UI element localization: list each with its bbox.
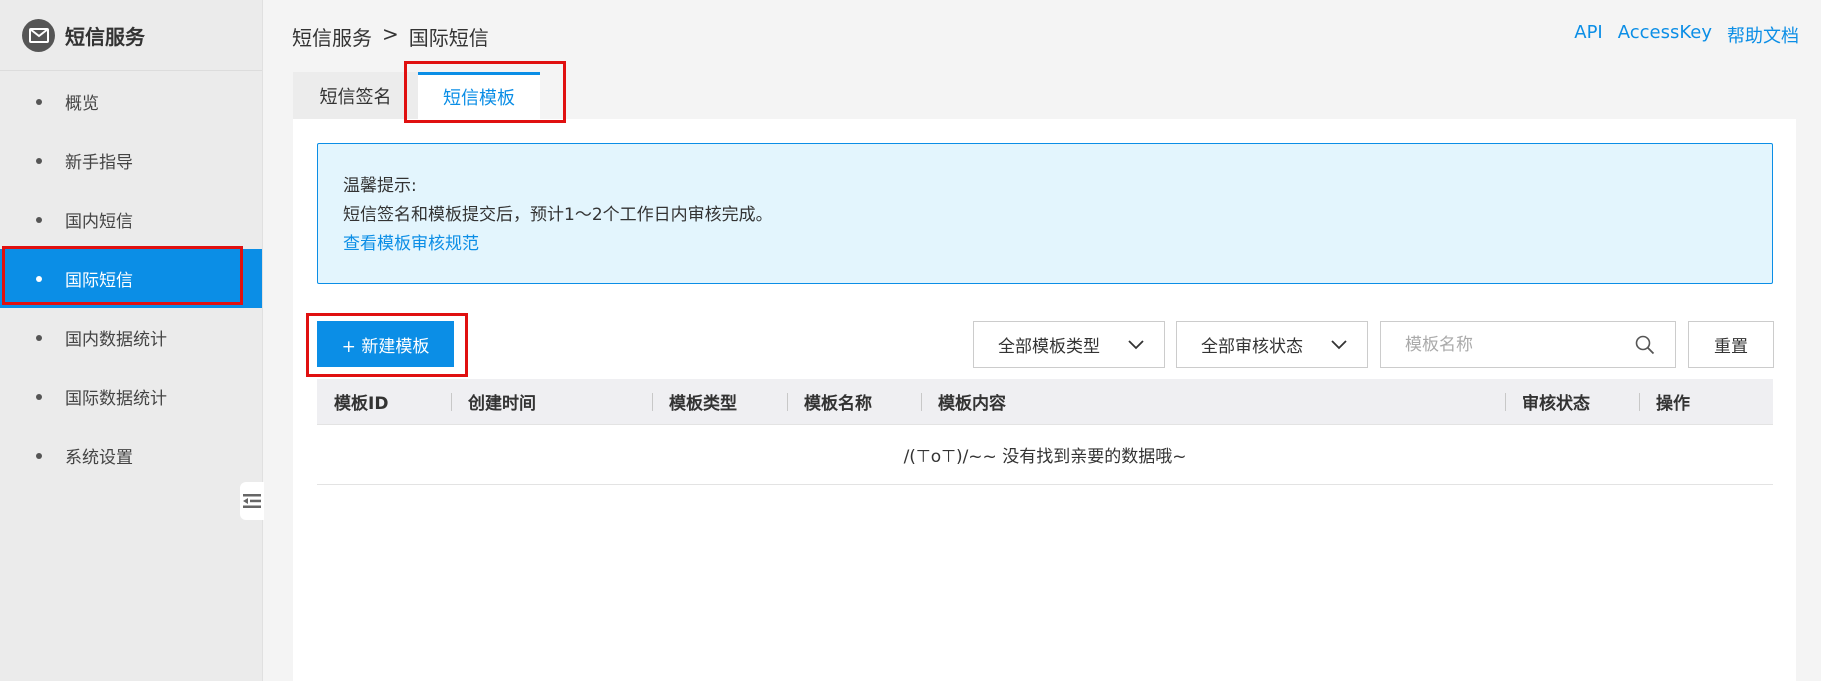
tab-sms-signature[interactable]: 短信签名 xyxy=(293,72,418,119)
column-header: 审核状态 xyxy=(1505,379,1639,425)
template-table: 模板ID 创建时间 模板类型 模板名称 模板内容 审核状态 操作 /(⊤o⊤)/… xyxy=(317,379,1773,485)
empty-state: /(⊤o⊤)/~~ 没有找到亲要的数据哦~ xyxy=(317,425,1773,485)
review-status-value: 全部审核状态 xyxy=(1201,337,1303,357)
sidebar-item-guide[interactable]: 新手指导 xyxy=(0,131,262,190)
help-docs-link[interactable]: 帮助文档 xyxy=(1727,22,1799,48)
notice-box: 温馨提示: 短信签名和模板提交后，预计1～2个工作日内审核完成。 查看模板审核规… xyxy=(317,143,1773,284)
chevron-down-icon xyxy=(1331,339,1347,349)
accesskey-link[interactable]: AccessKey xyxy=(1618,22,1712,48)
sidebar-title: 短信服务 xyxy=(65,24,145,49)
column-header: 创建时间 xyxy=(451,379,652,425)
breadcrumb: 短信服务 > 国际短信 xyxy=(292,22,489,51)
review-rules-link[interactable]: 查看模板审核规范 xyxy=(343,230,1747,259)
table-header: 模板ID 创建时间 模板类型 模板名称 模板内容 审核状态 操作 xyxy=(317,379,1773,425)
app-window: 短信服务 概览 新手指导 国内短信 国际短信 国内数据统计 国际数据统计 系统设… xyxy=(0,0,1821,681)
mail-icon xyxy=(22,18,55,52)
new-template-button[interactable]: + 新建模板 xyxy=(317,321,454,367)
sidebar: 短信服务 概览 新手指导 国内短信 国际短信 国内数据统计 国际数据统计 系统设… xyxy=(0,0,264,681)
sidebar-item-settings[interactable]: 系统设置 xyxy=(0,426,262,485)
column-header: 模板ID xyxy=(334,394,389,414)
review-status-select[interactable]: 全部审核状态 xyxy=(1176,321,1368,368)
content-panel: 温馨提示: 短信签名和模板提交后，预计1～2个工作日内审核完成。 查看模板审核规… xyxy=(293,119,1796,681)
column-header: 操作 xyxy=(1639,379,1773,425)
template-type-select[interactable]: 全部模板类型 xyxy=(973,321,1165,368)
reset-button[interactable]: 重置 xyxy=(1688,321,1774,368)
column-header: 模板类型 xyxy=(652,379,787,425)
notice-text: 短信签名和模板提交后，预计1～2个工作日内审核完成。 xyxy=(343,205,773,225)
tab-bar: 短信签名 短信模板 xyxy=(293,72,540,119)
sidebar-nav: 概览 新手指导 国内短信 国际短信 国内数据统计 国际数据统计 系统设置 xyxy=(0,72,262,485)
sidebar-item-domestic-sms[interactable]: 国内短信 xyxy=(0,190,262,249)
collapse-icon xyxy=(243,494,261,508)
sidebar-item-label: 新手指导 xyxy=(65,153,133,173)
sidebar-item-label: 国际数据统计 xyxy=(65,389,167,409)
breadcrumb-separator: > xyxy=(382,22,399,46)
template-name-search xyxy=(1380,321,1676,368)
sidebar-item-domestic-stats[interactable]: 国内数据统计 xyxy=(0,308,262,367)
sidebar-item-label: 概览 xyxy=(65,94,99,114)
api-link[interactable]: API xyxy=(1574,22,1602,48)
top-links: API AccessKey 帮助文档 xyxy=(1574,22,1799,48)
breadcrumb-current: 国际短信 xyxy=(408,26,489,50)
sidebar-item-label: 国内短信 xyxy=(65,212,133,232)
column-header: 模板名称 xyxy=(787,379,921,425)
column-header: 模板内容 xyxy=(921,379,1505,425)
sidebar-item-label: 国内数据统计 xyxy=(65,330,167,350)
sidebar-header: 短信服务 xyxy=(0,0,262,71)
sidebar-item-international-stats[interactable]: 国际数据统计 xyxy=(0,367,262,426)
sidebar-item-label: 国际短信 xyxy=(65,271,133,291)
sidebar-item-overview[interactable]: 概览 xyxy=(0,72,262,131)
chevron-down-icon xyxy=(1128,339,1144,349)
notice-title: 温馨提示: xyxy=(343,176,417,196)
sidebar-item-international-sms[interactable]: 国际短信 xyxy=(0,249,262,308)
search-input[interactable] xyxy=(1405,334,1635,355)
template-type-value: 全部模板类型 xyxy=(998,337,1100,357)
breadcrumb-root[interactable]: 短信服务 xyxy=(292,22,372,51)
sidebar-collapse-handle[interactable] xyxy=(240,482,264,520)
sidebar-item-label: 系统设置 xyxy=(65,448,133,468)
tab-sms-template[interactable]: 短信模板 xyxy=(418,72,540,119)
search-icon[interactable] xyxy=(1635,335,1655,355)
